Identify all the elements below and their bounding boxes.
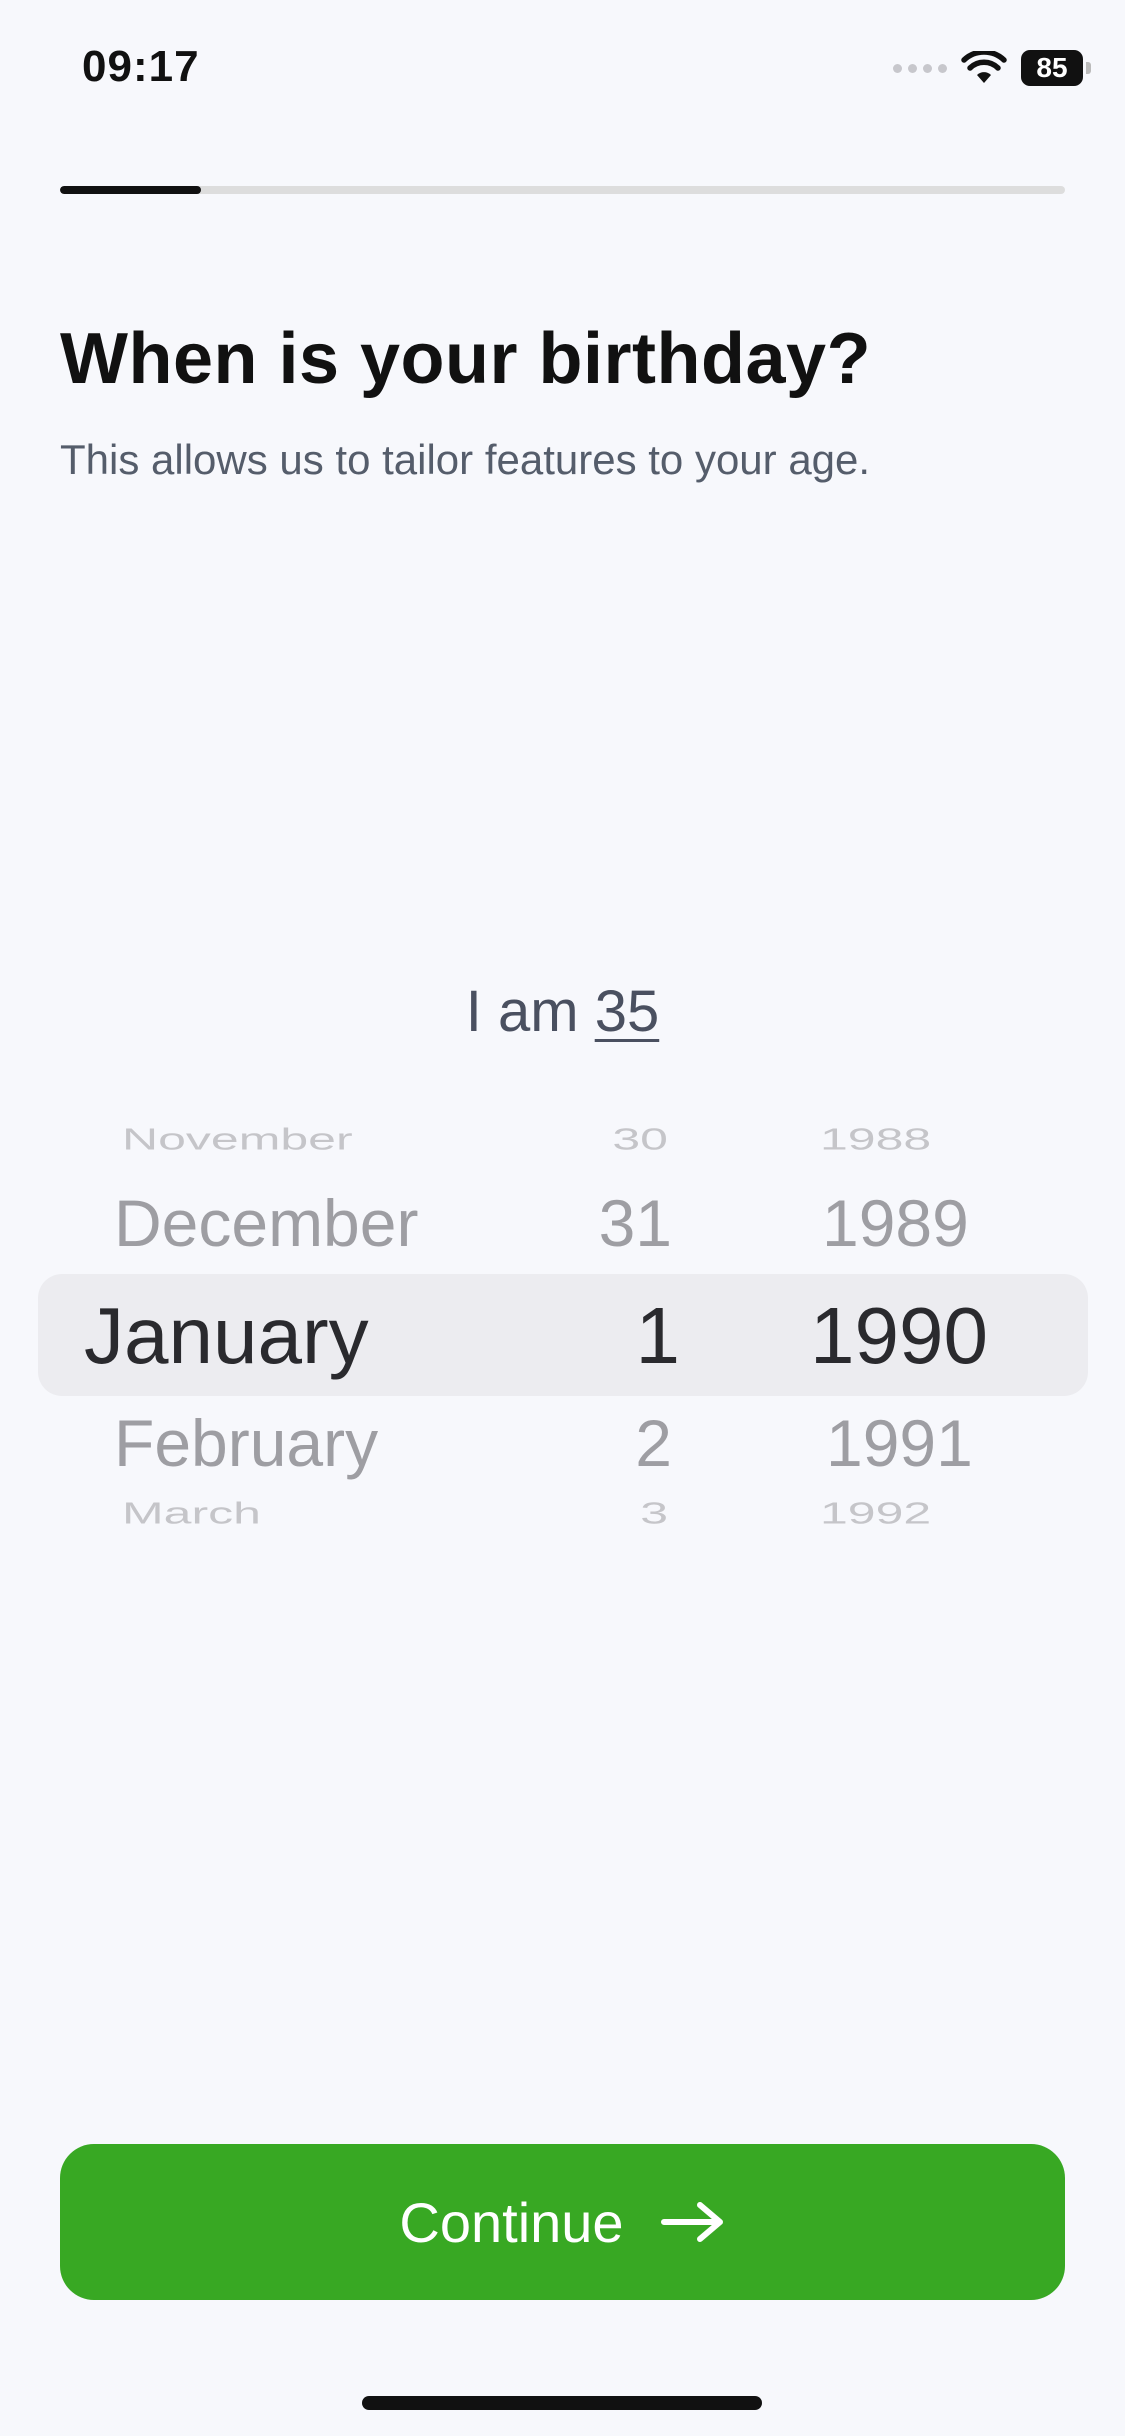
day-option-selected[interactable]: 1 [636, 1296, 681, 1376]
battery-icon: 85 [1021, 50, 1091, 86]
page-title: When is your birthday? [60, 319, 872, 399]
year-wheel[interactable]: 1988 1989 1990 1991 1992 [810, 1100, 1030, 1560]
continue-button[interactable]: Continue [60, 2144, 1065, 2300]
status-icons: 85 [893, 48, 1091, 88]
month-option-selected[interactable]: January [84, 1296, 369, 1376]
birthday-date-picker[interactable]: November December January February March… [0, 1100, 1125, 1560]
month-option[interactable]: February [114, 1410, 378, 1476]
month-option[interactable]: November [122, 1124, 353, 1155]
signal-dots-icon [893, 63, 947, 73]
page-subtitle: This allows us to tailor features to you… [60, 436, 871, 483]
age-prefix: I am [465, 979, 579, 1044]
onboarding-progress-fill [60, 186, 201, 194]
year-option[interactable]: 1988 [820, 1124, 931, 1155]
home-indicator[interactable] [362, 2396, 762, 2410]
day-option[interactable]: 31 [599, 1190, 672, 1256]
day-option[interactable]: 2 [635, 1410, 672, 1476]
battery-level: 85 [1036, 52, 1068, 83]
age-value: 35 [594, 979, 660, 1044]
onboarding-progress-bar [60, 186, 1065, 194]
year-option[interactable]: 1991 [826, 1410, 973, 1476]
arrow-right-icon [660, 2200, 726, 2244]
month-option[interactable]: March [122, 1498, 261, 1529]
year-option-selected[interactable]: 1990 [810, 1296, 988, 1376]
wifi-icon [961, 51, 1007, 83]
day-option[interactable]: 3 [640, 1498, 668, 1529]
day-option[interactable]: 30 [612, 1124, 668, 1155]
status-time: 09:17 [82, 42, 200, 91]
month-wheel[interactable]: November December January February March [84, 1100, 484, 1560]
continue-button-label: Continue [399, 2190, 624, 2254]
year-option[interactable]: 1992 [820, 1498, 931, 1529]
year-option[interactable]: 1989 [822, 1190, 969, 1256]
month-option[interactable]: December [114, 1190, 418, 1256]
age-display: I am 35 [0, 978, 1125, 1045]
day-wheel[interactable]: 30 31 1 2 3 [560, 1100, 680, 1560]
